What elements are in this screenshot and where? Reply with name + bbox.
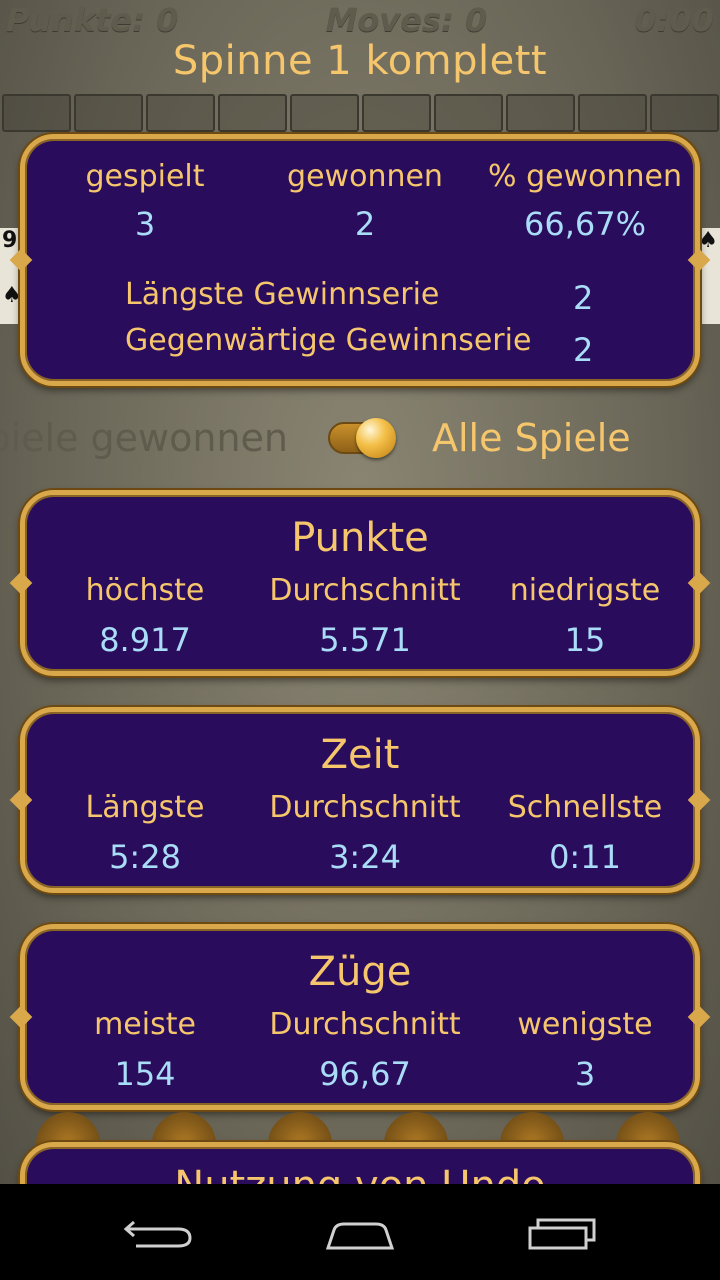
card-slot bbox=[362, 94, 431, 132]
percent-won-value: 66,67% bbox=[523, 205, 646, 243]
moves-fewest-header: wenigste bbox=[517, 1007, 653, 1042]
timer-label: 0:00 bbox=[634, 1, 714, 39]
recent-apps-icon[interactable] bbox=[522, 1212, 602, 1252]
points-highest-header: höchste bbox=[85, 573, 205, 608]
won-games-option-label[interactable]: piele gewonnen bbox=[0, 416, 288, 460]
back-icon[interactable] bbox=[120, 1212, 200, 1252]
moves-panel: Züge meiste Durchschnitt wenigste 154 96… bbox=[20, 924, 700, 1110]
percent-won-header: % gewonnen bbox=[488, 159, 682, 194]
card-slot bbox=[146, 94, 215, 132]
moves-average-header: Durchschnitt bbox=[269, 1007, 461, 1042]
card-slot bbox=[434, 94, 503, 132]
time-longest-value: 5:28 bbox=[109, 838, 181, 876]
time-fastest-header: Schnellste bbox=[507, 790, 663, 825]
card-slot bbox=[650, 94, 719, 132]
moves-most-header: meiste bbox=[94, 1007, 196, 1042]
longest-streak-label: Längste Gewinnserie bbox=[125, 277, 440, 312]
card-slot bbox=[74, 94, 143, 132]
points-average-header: Durchschnitt bbox=[269, 573, 461, 608]
toggle-knob[interactable] bbox=[356, 418, 396, 458]
points-lowest-value: 15 bbox=[564, 621, 606, 659]
summary-panel: gespielt gewonnen % gewonnen 3 2 66,67% … bbox=[20, 134, 700, 386]
time-panel: Zeit Längste Durchschnitt Schnellste 5:2… bbox=[20, 707, 700, 893]
won-value: 2 bbox=[354, 205, 376, 243]
points-highest-value: 8.917 bbox=[99, 621, 191, 659]
foundation-slots bbox=[2, 94, 720, 134]
points-panel: Punkte höchste Durchschnitt niedrigste 8… bbox=[20, 490, 700, 676]
home-icon[interactable] bbox=[320, 1212, 400, 1252]
time-fastest-value: 0:11 bbox=[549, 838, 621, 876]
moves-most-value: 154 bbox=[114, 1055, 176, 1093]
filter-toggle[interactable] bbox=[328, 418, 396, 458]
moves-average-value: 96,67 bbox=[319, 1055, 411, 1093]
card-slot bbox=[578, 94, 647, 132]
played-header: gespielt bbox=[85, 159, 205, 194]
points-average-value: 5.571 bbox=[319, 621, 411, 659]
moves-label: Moves: 0 bbox=[325, 1, 488, 39]
card-slot bbox=[506, 94, 575, 132]
longest-streak-value: 2 bbox=[573, 279, 594, 317]
moves-title: Züge bbox=[308, 949, 412, 995]
card-slot bbox=[2, 94, 71, 132]
system-navigation-bar bbox=[0, 1184, 720, 1280]
score-label: Punkte: 0 bbox=[6, 1, 179, 39]
card-slot bbox=[290, 94, 359, 132]
time-average-header: Durchschnitt bbox=[269, 790, 461, 825]
played-value: 3 bbox=[134, 205, 156, 243]
card-slot bbox=[218, 94, 287, 132]
time-longest-header: Längste bbox=[85, 790, 205, 825]
time-average-value: 3:24 bbox=[329, 838, 401, 876]
all-games-option-label[interactable]: Alle Spiele bbox=[432, 416, 631, 460]
won-header: gewonnen bbox=[287, 159, 443, 194]
current-streak-label: Gegenwärtige Gewinnserie bbox=[125, 323, 532, 358]
points-title: Punkte bbox=[291, 515, 429, 561]
spade-icon: ♠ bbox=[2, 283, 22, 308]
background-card-left: 9 ♠ bbox=[0, 228, 22, 324]
current-streak-value: 2 bbox=[573, 331, 594, 369]
dialog-title: Spinne 1 komplett bbox=[172, 38, 548, 84]
time-title: Zeit bbox=[320, 732, 400, 778]
game-status-bar: Punkte: 0 Moves: 0 0:00 bbox=[0, 0, 720, 40]
filter-row: piele gewonnen Alle Spiele bbox=[0, 408, 720, 468]
moves-fewest-value: 3 bbox=[574, 1055, 596, 1093]
points-lowest-header: niedrigste bbox=[509, 573, 661, 608]
